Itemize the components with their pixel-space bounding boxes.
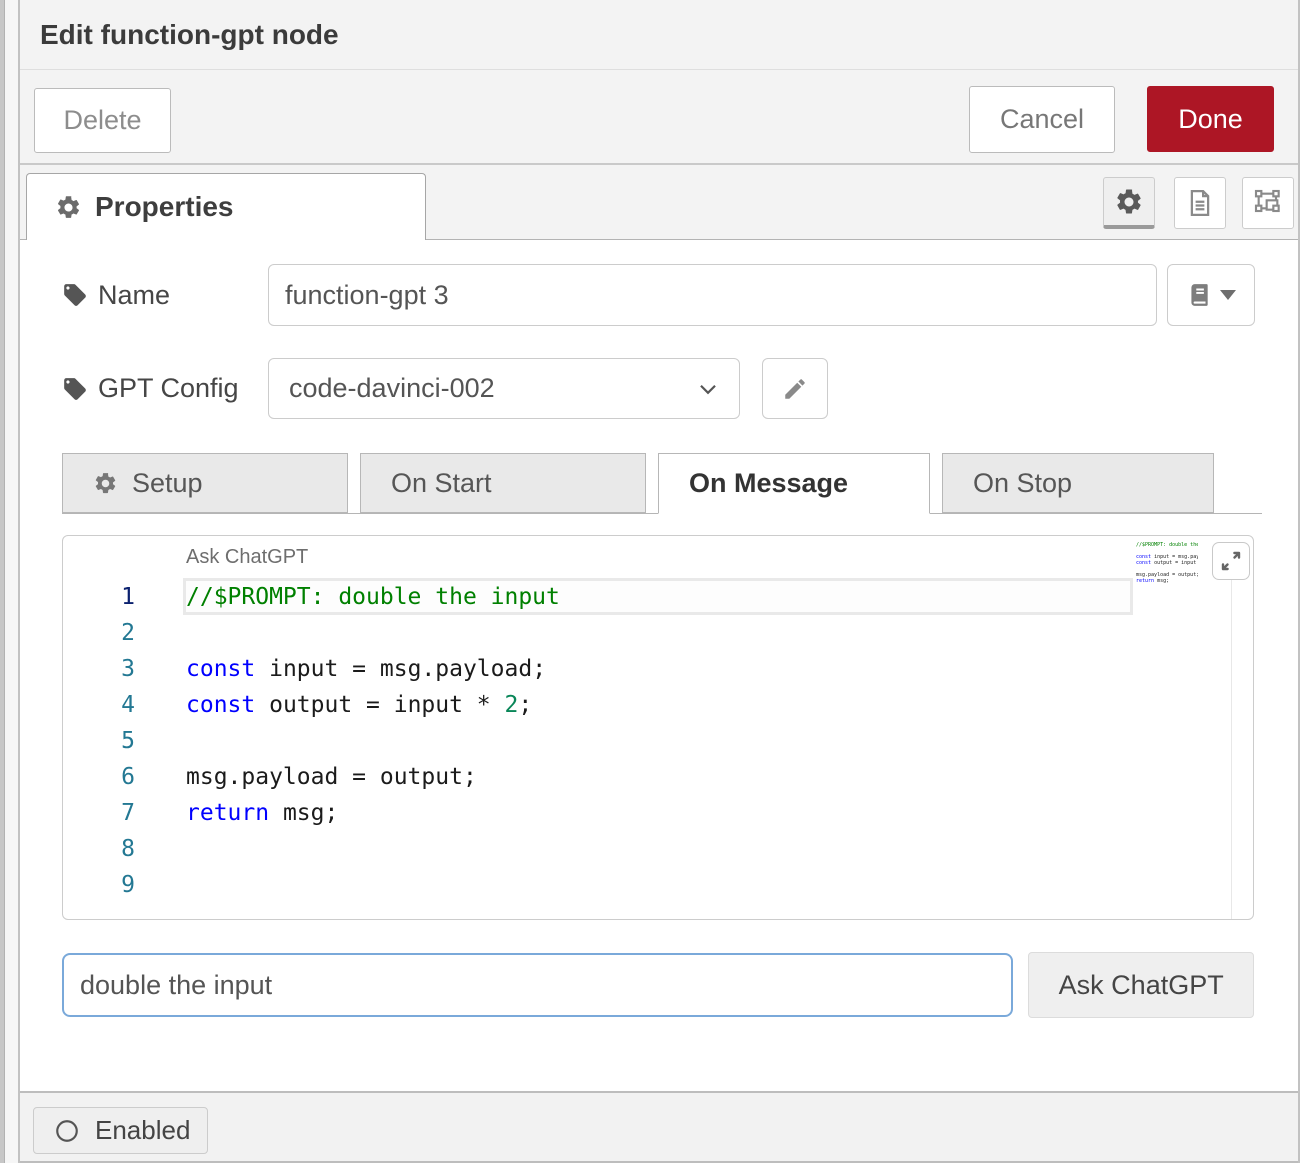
- workspace-palette-edge: [0, 0, 5, 1163]
- line-number: 2: [63, 615, 135, 651]
- prompt-row: Ask ChatGPT: [62, 953, 1254, 1018]
- code-line[interactable]: 3 const input = msg.payload;: [63, 651, 1253, 687]
- code-line[interactable]: 4 const output = input * 2;: [63, 687, 1253, 723]
- code-text: const output = input * 2;: [186, 687, 532, 723]
- name-input[interactable]: [268, 264, 1157, 326]
- tray-footer: Enabled: [20, 1091, 1298, 1163]
- document-icon: [1185, 188, 1215, 218]
- tab-properties-label: Properties: [95, 191, 234, 223]
- name-lookup-button[interactable]: [1167, 264, 1255, 326]
- editor-content-edge: [1231, 580, 1232, 919]
- expand-editor-button[interactable]: [1212, 542, 1250, 580]
- done-button[interactable]: Done: [1147, 86, 1274, 152]
- code-line[interactable]: 6 msg.payload = output;: [63, 759, 1253, 795]
- line-number: 7: [63, 795, 135, 831]
- code-text: msg.payload = output;: [186, 759, 477, 795]
- line-number: 6: [63, 759, 135, 795]
- code-line[interactable]: 2: [63, 615, 1253, 651]
- delete-button[interactable]: Delete: [34, 88, 171, 153]
- workspace-edge: [0, 0, 18, 1163]
- cancel-button[interactable]: Cancel: [969, 86, 1115, 153]
- editor-tab-strip: Properties: [20, 165, 1298, 240]
- code-line[interactable]: 8: [63, 831, 1253, 867]
- expand-diagonal-icon: [1219, 549, 1243, 573]
- tab-setup-label: Setup: [132, 468, 203, 499]
- code-lines[interactable]: 1 //$PROMPT: double the input 23 const inpu…: [63, 579, 1253, 903]
- properties-view-button[interactable]: [1103, 177, 1155, 229]
- code-line[interactable]: 1 //$PROMPT: double the input: [63, 579, 1253, 615]
- line-number: 3: [63, 651, 135, 687]
- name-label: Name: [62, 280, 268, 311]
- enabled-label: Enabled: [95, 1115, 190, 1146]
- function-tabs: Setup On Start On Message On Stop: [62, 453, 1262, 514]
- prompt-input[interactable]: [62, 953, 1013, 1017]
- book-icon: [1186, 282, 1212, 308]
- tab-on-message[interactable]: On Message: [658, 453, 930, 514]
- pencil-icon: [782, 376, 808, 402]
- code-editor[interactable]: Ask ChatGPT 1 //$PROMPT: double the input…: [62, 535, 1254, 920]
- tab-on-message-label: On Message: [689, 468, 848, 499]
- gpt-config-select[interactable]: code-davinci-002: [268, 358, 740, 419]
- line-number: 1: [63, 579, 135, 615]
- gpt-config-label-text: GPT Config: [98, 373, 239, 404]
- edit-node-tray: Edit function-gpt node Delete Cancel Don…: [18, 0, 1300, 1163]
- line-number: 8: [63, 831, 135, 867]
- code-text: return msg;: [186, 795, 338, 831]
- gear-icon: [1114, 187, 1144, 217]
- code-text: //$PROMPT: double the input: [186, 579, 560, 615]
- edit-gpt-config-button[interactable]: [762, 358, 828, 419]
- code-line[interactable]: 5: [63, 723, 1253, 759]
- gear-icon: [93, 471, 118, 496]
- tray-header: Edit function-gpt node: [20, 0, 1298, 70]
- ask-chatgpt-button[interactable]: Ask ChatGPT: [1028, 952, 1254, 1018]
- gpt-config-row: GPT Config code-davinci-002: [62, 358, 1258, 419]
- code-line[interactable]: 9: [63, 867, 1253, 903]
- tab-setup[interactable]: Setup: [62, 453, 348, 513]
- gpt-config-value: code-davinci-002: [289, 373, 495, 404]
- line-number: 9: [63, 867, 135, 903]
- tab-on-start-label: On Start: [391, 468, 492, 499]
- tag-icon: [62, 282, 88, 308]
- dialog-title: Edit function-gpt node: [40, 19, 339, 51]
- code-text: const input = msg.payload;: [186, 651, 546, 687]
- enabled-toggle-button[interactable]: Enabled: [33, 1107, 208, 1154]
- description-view-button[interactable]: [1174, 177, 1226, 229]
- gear-icon: [55, 194, 82, 221]
- line-number: 5: [63, 723, 135, 759]
- tab-on-start[interactable]: On Start: [360, 453, 646, 513]
- circle-icon: [54, 1118, 80, 1144]
- tab-on-stop[interactable]: On Stop: [942, 453, 1214, 513]
- editor-header-label: Ask ChatGPT: [186, 546, 308, 569]
- editor-minimap[interactable]: //$PROMPT: double the input const input …: [1136, 542, 1198, 596]
- group-view-button[interactable]: [1242, 177, 1294, 229]
- properties-form: Name GPT Config code-davinci-002: [20, 240, 1298, 1091]
- tray-button-bar: Delete Cancel Done: [20, 70, 1298, 165]
- line-number: 4: [63, 687, 135, 723]
- code-line[interactable]: 7 return msg;: [63, 795, 1253, 831]
- tab-on-stop-label: On Stop: [973, 468, 1072, 499]
- tab-properties[interactable]: Properties: [26, 173, 426, 240]
- group-selection-icon: [1252, 187, 1284, 219]
- caret-down-icon: [1220, 290, 1236, 300]
- name-label-text: Name: [98, 280, 170, 311]
- chevron-down-icon: [695, 376, 721, 402]
- gpt-config-label: GPT Config: [62, 373, 268, 404]
- tag-icon: [62, 376, 88, 402]
- name-field-row: Name: [62, 264, 1255, 326]
